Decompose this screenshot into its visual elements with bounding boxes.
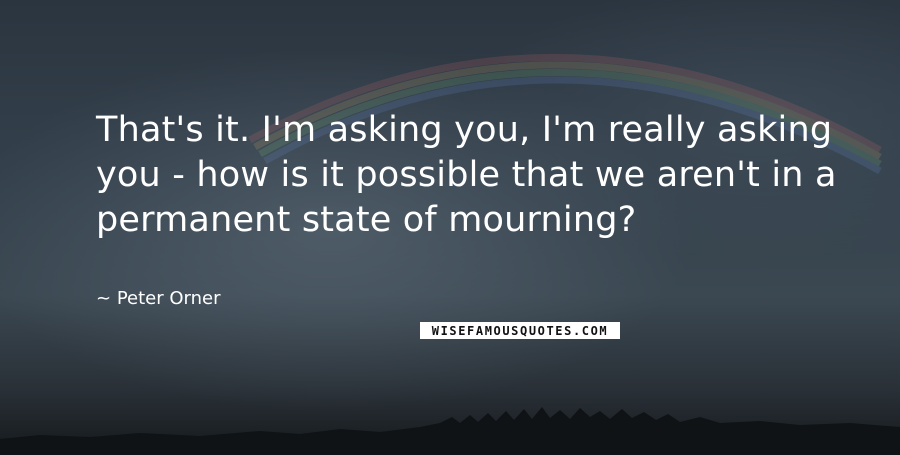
- watermark-logo: WISEFAMOUSQUOTES.COM: [420, 322, 620, 339]
- author-name: Peter Orner: [116, 288, 221, 309]
- treeline: [0, 407, 900, 455]
- author-line: ~ Peter Orner: [96, 288, 221, 309]
- author-prefix: ~: [96, 288, 112, 309]
- quote-text: That's it. I'm asking you, I'm really as…: [96, 110, 837, 240]
- watermark-text: WISEFAMOUSQUOTES.COM: [431, 323, 609, 338]
